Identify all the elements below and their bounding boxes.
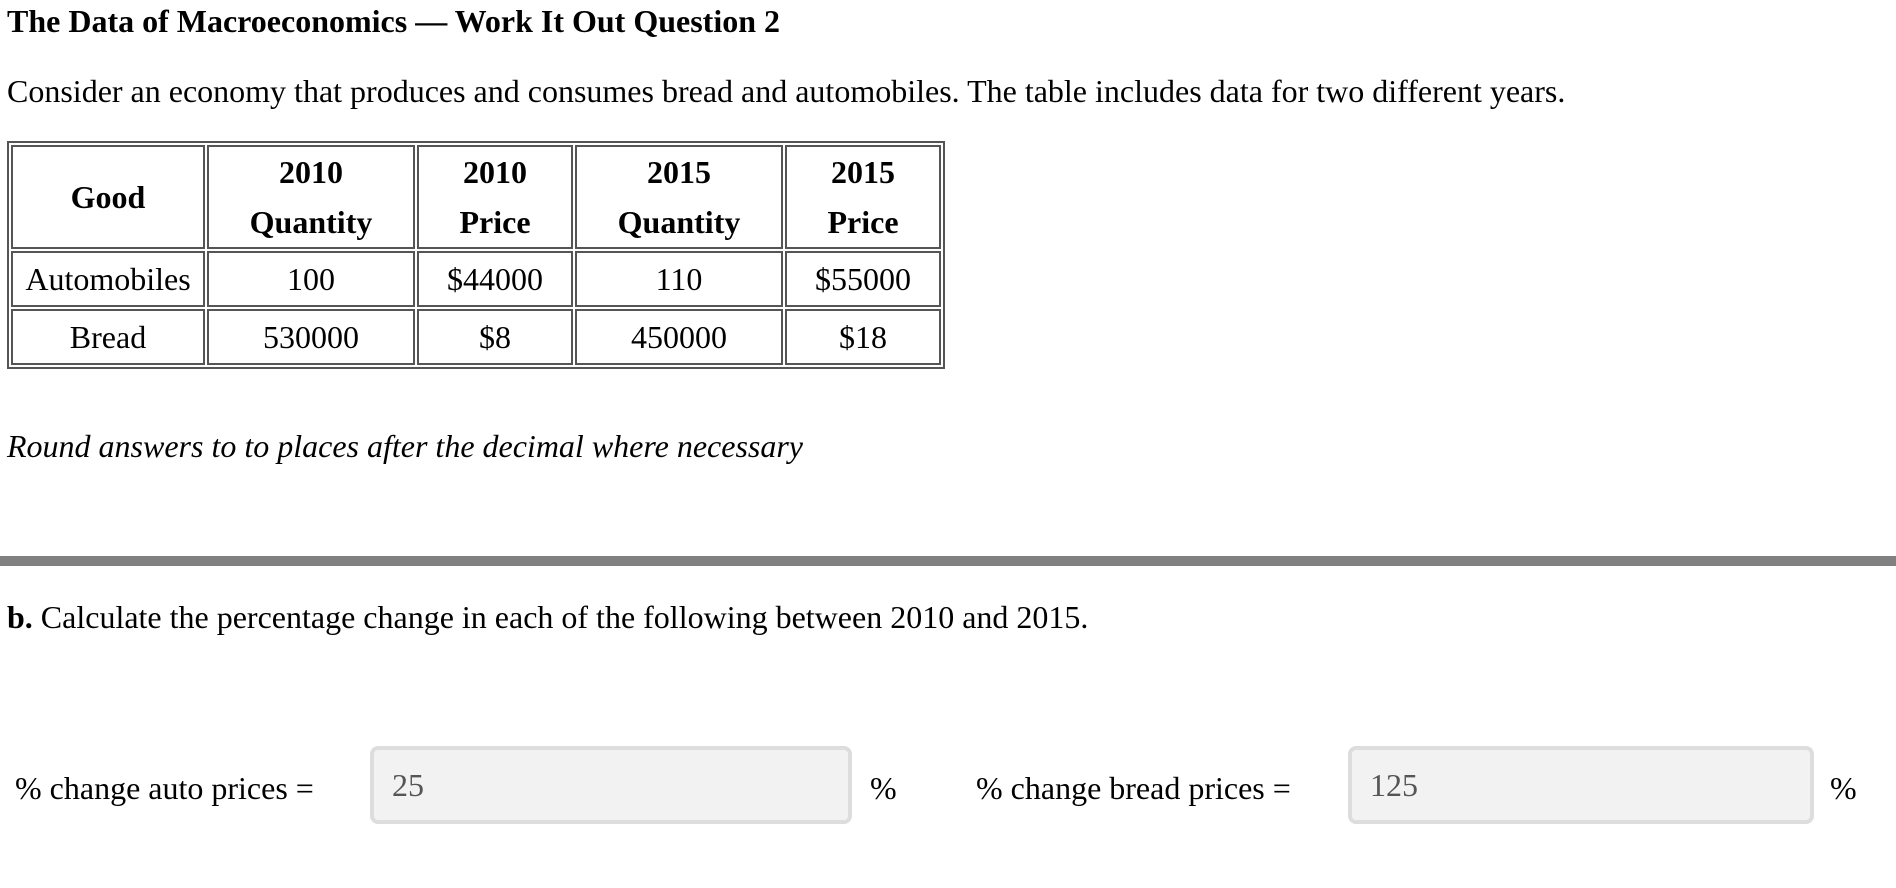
column-header-2015-quantity: 2015 Quantity — [575, 145, 783, 249]
data-table: Good 2010 Quantity 2010 Price 2015 Quant… — [7, 141, 945, 369]
auto-prices-label: % change auto prices = — [15, 770, 314, 806]
column-header-2010-quantity: 2010 Quantity — [207, 145, 415, 249]
column-header-label: Price — [827, 204, 899, 240]
bread-prices-input[interactable] — [1348, 746, 1814, 824]
cell-2015-quantity: 110 — [575, 251, 783, 307]
page: The Data of Macroeconomics — Work It Out… — [0, 0, 1896, 888]
cell-2010-quantity: 530000 — [207, 309, 415, 365]
bread-prices-label: % change bread prices = — [976, 770, 1291, 806]
bread-prices-unit: % — [1830, 770, 1857, 806]
answer-row: % change auto prices = % % change bread … — [0, 746, 1896, 832]
rounding-note: Round answers to to places after the dec… — [7, 428, 803, 464]
section-divider — [0, 556, 1896, 566]
column-header-year: 2015 — [831, 154, 895, 190]
column-header-label: Price — [459, 204, 531, 240]
auto-prices-unit: % — [870, 770, 897, 806]
column-header-year: 2010 — [279, 154, 343, 190]
intro-paragraph: Consider an economy that produces and co… — [7, 73, 1566, 109]
auto-prices-input[interactable] — [370, 746, 852, 824]
cell-good: Automobiles — [11, 251, 205, 307]
column-header-label: Quantity — [617, 204, 741, 240]
cell-2015-price: $55000 — [785, 251, 941, 307]
table-row: Bread 530000 $8 450000 $18 — [11, 309, 941, 365]
part-b-text: Calculate the percentage change in each … — [32, 599, 1089, 635]
cell-2015-price: $18 — [785, 309, 941, 365]
column-header-year: 2010 — [463, 154, 527, 190]
table-row: Automobiles 100 $44000 110 $55000 — [11, 251, 941, 307]
part-b-prompt: b. Calculate the percentage change in ea… — [7, 599, 1088, 636]
column-header-good: Good — [11, 145, 205, 249]
part-b-label: b. — [7, 599, 33, 635]
page-title: The Data of Macroeconomics — Work It Out… — [7, 3, 780, 39]
cell-2010-price: $8 — [417, 309, 573, 365]
cell-good: Bread — [11, 309, 205, 365]
column-header-2015-price: 2015 Price — [785, 145, 941, 249]
cell-2015-quantity: 450000 — [575, 309, 783, 365]
column-header-year: 2015 — [647, 154, 711, 190]
cell-2010-price: $44000 — [417, 251, 573, 307]
cell-2010-quantity: 100 — [207, 251, 415, 307]
column-header-label: Good — [70, 179, 146, 215]
table-header-row: Good 2010 Quantity 2010 Price 2015 Quant… — [11, 145, 941, 249]
column-header-label: Quantity — [249, 204, 373, 240]
column-header-2010-price: 2010 Price — [417, 145, 573, 249]
